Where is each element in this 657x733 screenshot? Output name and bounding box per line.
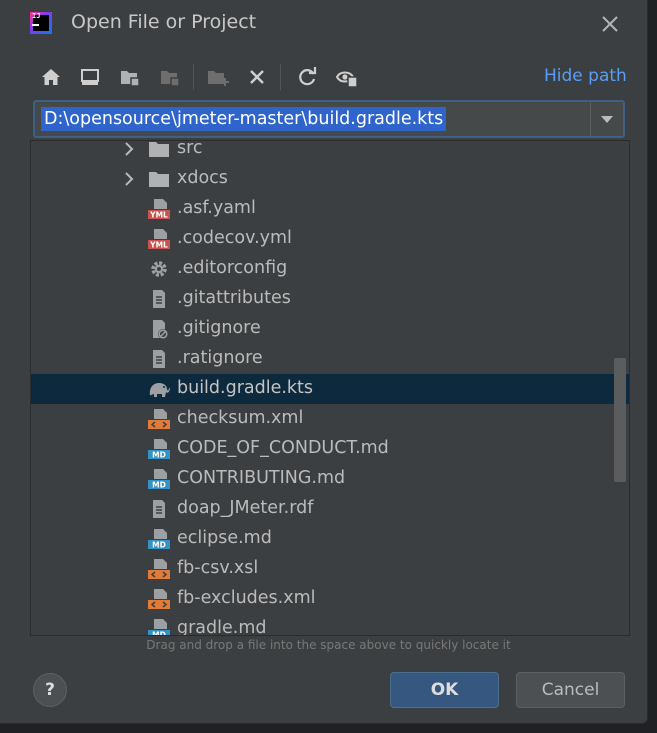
path-combobox[interactable]: D:\opensource\jmeter-master\build.gradle…: [33, 100, 625, 138]
tree-item[interactable]: YML .codecov.yml: [31, 224, 629, 254]
tree-item[interactable]: MD gradle.md: [31, 614, 629, 637]
tree-item-label: gradle.md: [177, 618, 267, 636]
file-tree[interactable]: src xdocs YML .asf.yaml YML .codecov.yml: [30, 140, 630, 636]
tree-item[interactable]: checksum.xml: [31, 404, 629, 434]
tree-item-label: doap_JMeter.rdf: [177, 498, 314, 518]
gradle-elephant-icon: [149, 383, 170, 397]
tree-item-selected[interactable]: build.gradle.kts: [31, 374, 629, 404]
folder-icon: [149, 172, 169, 187]
ignore-file-icon: [153, 320, 168, 339]
tree-item[interactable]: MD CONTRIBUTING.md: [31, 464, 629, 494]
svg-text:MD: MD: [152, 481, 166, 490]
title-bar: IJ Open File or Project: [0, 0, 647, 46]
project-folder-icon: [121, 71, 140, 87]
text-file-icon: [153, 350, 165, 368]
folder-icon: [149, 142, 169, 157]
tree-item-label: CONTRIBUTING.md: [177, 468, 346, 488]
chevron-down-icon: [601, 116, 613, 123]
delete-icon: [250, 70, 264, 84]
show-hidden-button[interactable]: [332, 62, 362, 92]
module-folder-button[interactable]: [155, 62, 185, 92]
tree-item[interactable]: MD CODE_OF_CONDUCT.md: [31, 434, 629, 464]
tree-item[interactable]: YML .asf.yaml: [31, 194, 629, 224]
xml-file-icon: [148, 559, 170, 579]
refresh-icon: [299, 67, 317, 86]
desktop-icon: [81, 69, 99, 85]
tree-item-label: checksum.xml: [177, 408, 304, 428]
chevron-right-icon: [125, 142, 134, 156]
tree-item-label: fb-csv.xsl: [177, 558, 259, 578]
markdown-file-icon: MD: [148, 619, 170, 637]
close-icon: [602, 16, 618, 32]
intellij-idea-icon: IJ: [30, 12, 52, 34]
tree-item[interactable]: fb-csv.xsl: [31, 554, 629, 584]
yaml-file-icon: YML: [148, 229, 170, 249]
tree-item[interactable]: doap_JMeter.rdf: [31, 494, 629, 524]
tree-item-label: eclipse.md: [177, 528, 272, 548]
path-input[interactable]: D:\opensource\jmeter-master\build.gradle…: [41, 107, 447, 131]
path-dropdown-button[interactable]: [590, 102, 623, 136]
tree-item-label: fb-excludes.xml: [177, 588, 316, 608]
tree-item-label: .gitattributes: [177, 288, 291, 308]
cancel-button[interactable]: Cancel: [516, 672, 625, 708]
tree-item[interactable]: .gitignore: [31, 314, 629, 344]
help-icon: ?: [45, 680, 55, 700]
help-button[interactable]: ?: [33, 673, 67, 707]
svg-text:MD: MD: [152, 541, 166, 550]
tree-item-label: .asf.yaml: [177, 198, 256, 218]
svg-text:YML: YML: [149, 241, 168, 250]
markdown-file-icon: MD: [148, 469, 170, 489]
hide-path-link[interactable]: Hide path: [544, 66, 627, 86]
drag-drop-hint: Drag and drop a file into the space abov…: [146, 638, 511, 652]
toolbar-separator: [280, 64, 281, 90]
text-file-icon: [153, 500, 165, 518]
xml-file-icon: [148, 589, 170, 609]
svg-text:MD: MD: [152, 631, 166, 637]
home-button[interactable]: [36, 62, 66, 92]
desktop-button[interactable]: [75, 62, 105, 92]
yaml-file-icon: YML: [148, 199, 170, 219]
tree-item-label: .editorconfig: [177, 258, 288, 278]
tree-item[interactable]: .ratignore: [31, 344, 629, 374]
module-folder-icon: [161, 71, 180, 87]
tree-item-label: src: [177, 140, 203, 158]
text-file-icon: [153, 290, 165, 308]
tree-item-label: .ratignore: [177, 348, 263, 368]
project-folder-button[interactable]: [115, 62, 145, 92]
tree-item[interactable]: .editorconfig: [31, 254, 629, 284]
show-hidden-icon: [335, 71, 358, 88]
tree-scrollbar[interactable]: [614, 358, 626, 482]
close-button[interactable]: [596, 10, 624, 38]
xml-file-icon: [148, 409, 170, 429]
tree-item-label: .codecov.yml: [177, 228, 292, 248]
toolbar-separator: [193, 64, 194, 90]
dialog-title: Open File or Project: [71, 11, 257, 33]
ok-button[interactable]: OK: [390, 672, 499, 708]
markdown-file-icon: MD: [148, 439, 170, 459]
markdown-file-icon: MD: [148, 529, 170, 549]
tree-item[interactable]: fb-excludes.xml: [31, 584, 629, 614]
new-folder-button[interactable]: [203, 62, 233, 92]
delete-button[interactable]: [242, 62, 272, 92]
home-icon: [42, 69, 60, 85]
open-file-dialog: IJ Open File or Project Hide path D:\ope…: [0, 0, 648, 724]
tree-item[interactable]: src: [31, 140, 629, 164]
tree-item-label: CODE_OF_CONDUCT.md: [177, 438, 389, 458]
tree-item-label: build.gradle.kts: [177, 378, 314, 398]
tree-item-label: .gitignore: [177, 318, 261, 338]
new-folder-icon: [208, 71, 229, 86]
chevron-right-icon: [125, 172, 134, 186]
tree-item[interactable]: MD eclipse.md: [31, 524, 629, 554]
gear-icon: [151, 261, 167, 277]
tree-item[interactable]: .gitattributes: [31, 284, 629, 314]
tree-item-label: xdocs: [177, 168, 228, 188]
svg-text:MD: MD: [152, 451, 166, 460]
tree-item[interactable]: xdocs: [31, 164, 629, 194]
svg-text:YML: YML: [149, 211, 168, 220]
refresh-button[interactable]: [292, 62, 322, 92]
